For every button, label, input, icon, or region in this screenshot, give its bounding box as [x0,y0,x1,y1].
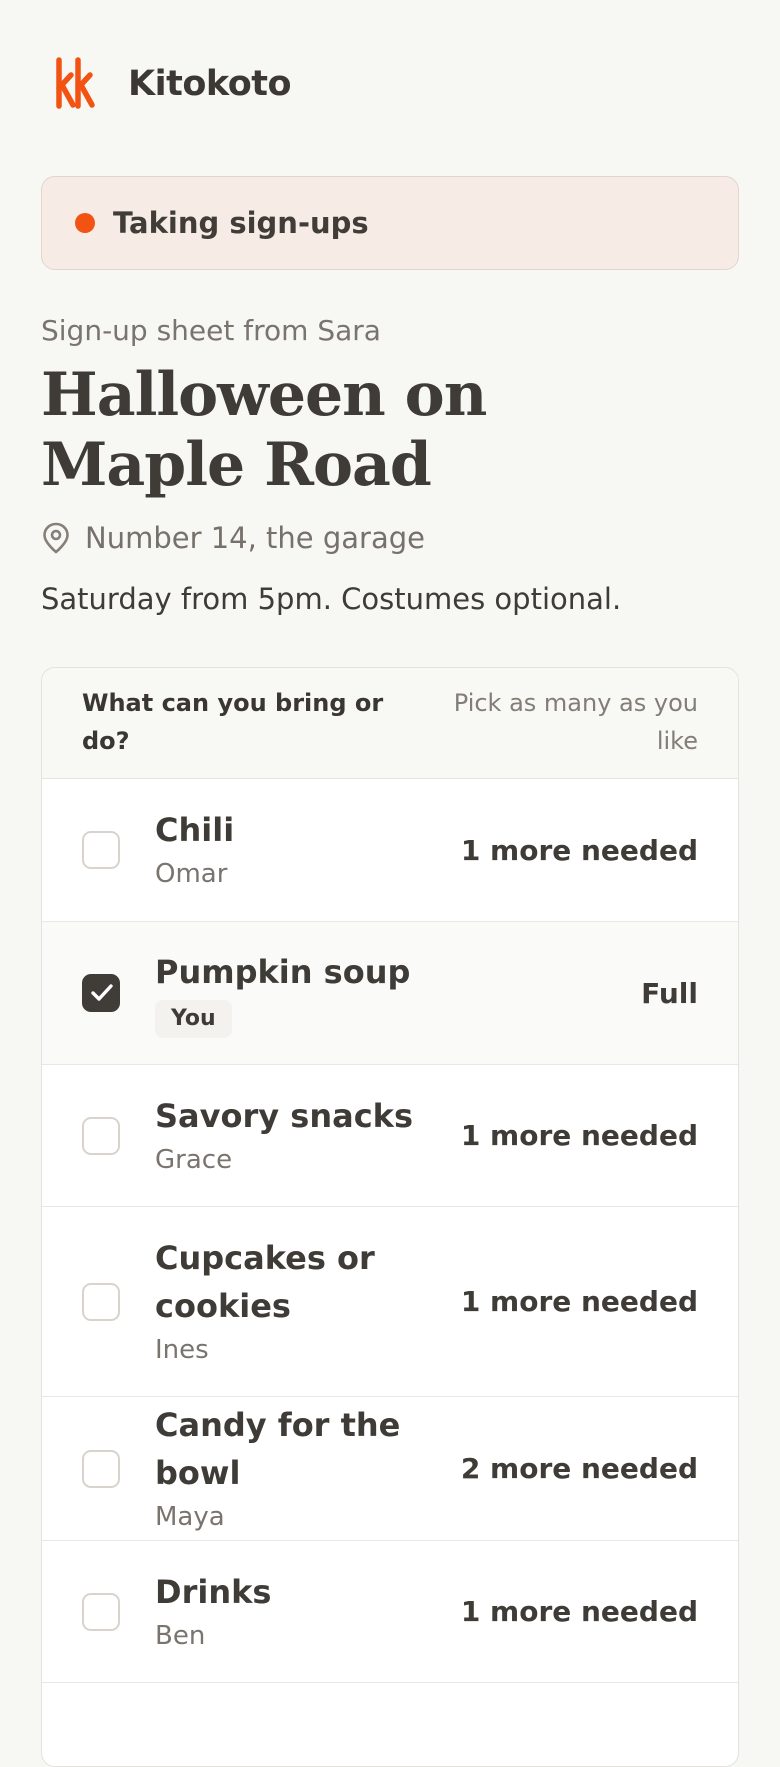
item-name: Savory snacks [155,1096,413,1135]
item-body: Chili Omar [155,806,475,894]
signup-item-candy-for-the-bowl[interactable]: Candy for the bowl Maya 2 more needed [42,1397,738,1541]
item-person: Maya [155,1501,225,1532]
app-header: Kitokoto [54,56,292,112]
checkmark-icon [91,984,113,1001]
checkbox[interactable] [82,1116,120,1155]
signup-card: What can you bring or do? Pick as many a… [41,667,739,1767]
page: Kitokoto Taking sign-ups Sign-up sheet f… [0,0,780,1767]
signup-question: What can you bring or do? [82,689,384,755]
item-status: Full [641,976,698,1010]
item-body: Candy for the bowl Maya [155,1401,495,1537]
signup-item-savory-snacks[interactable]: Savory snacks Grace 1 more needed [42,1065,738,1207]
event-location: Number 14, the garage [41,516,425,560]
status-dot-icon [75,213,95,233]
checkbox[interactable] [82,1592,120,1631]
item-person: Ben [155,1620,206,1651]
checkbox-checked[interactable] [82,974,120,1012]
event-title-line-2: Maple Road [41,430,432,500]
item-status: 1 more needed [460,833,698,867]
item-person: Omar [155,859,228,889]
item-status: 1 more needed [460,1595,698,1628]
status-text: Taking sign-ups [113,206,369,240]
signup-card-header: What can you bring or do? Pick as many a… [42,668,738,779]
checkbox[interactable] [82,1449,120,1488]
item-name: Cupcakes or cookies [155,1238,375,1325]
checkbox[interactable] [82,831,120,869]
brand-name: Kitokoto [128,64,292,104]
item-body: Drinks Ben [155,1568,475,1656]
item-status: 1 more needed [460,1285,698,1318]
signup-item-pumpkin-soup[interactable]: Pumpkin soup You Full [42,922,738,1065]
item-name: Chili [155,811,235,849]
sheet-subtitle: Sign-up sheet from Sara [41,314,381,347]
event-description: Saturday from 5pm. Costumes optional. [41,582,622,616]
item-name: Candy for the bowl [155,1405,401,1492]
item-body: Cupcakes or cookies Ines [155,1234,385,1370]
checkbox[interactable] [82,1282,120,1321]
event-title-line-1: Halloween on [41,360,487,430]
location-text: Number 14, the garage [85,521,425,555]
event-title: Halloween on Maple Road [41,360,741,500]
signup-hint: Pick as many as you like [453,689,698,755]
item-status: 1 more needed [460,1119,698,1152]
map-pin-icon [43,522,69,554]
item-body: Savory snacks Grace [155,1092,475,1180]
item-person: Grace [155,1144,233,1175]
item-body: Pumpkin soup You [155,948,475,1038]
item-name: Drinks [155,1572,272,1611]
item-status: 2 more needed [460,1452,698,1485]
kitokoto-logo-icon[interactable] [54,56,100,112]
status-banner: Taking sign-ups [41,176,739,270]
signup-item-cupcakes-or-cookies[interactable]: Cupcakes or cookies Ines 1 more needed [42,1207,738,1397]
signup-item-chili[interactable]: Chili Omar 1 more needed [42,779,738,922]
item-person: Ines [155,1334,209,1365]
item-name: Pumpkin soup [155,953,411,991]
you-badge: You [155,1000,232,1038]
signup-item-drinks[interactable]: Drinks Ben 1 more needed [42,1541,738,1683]
